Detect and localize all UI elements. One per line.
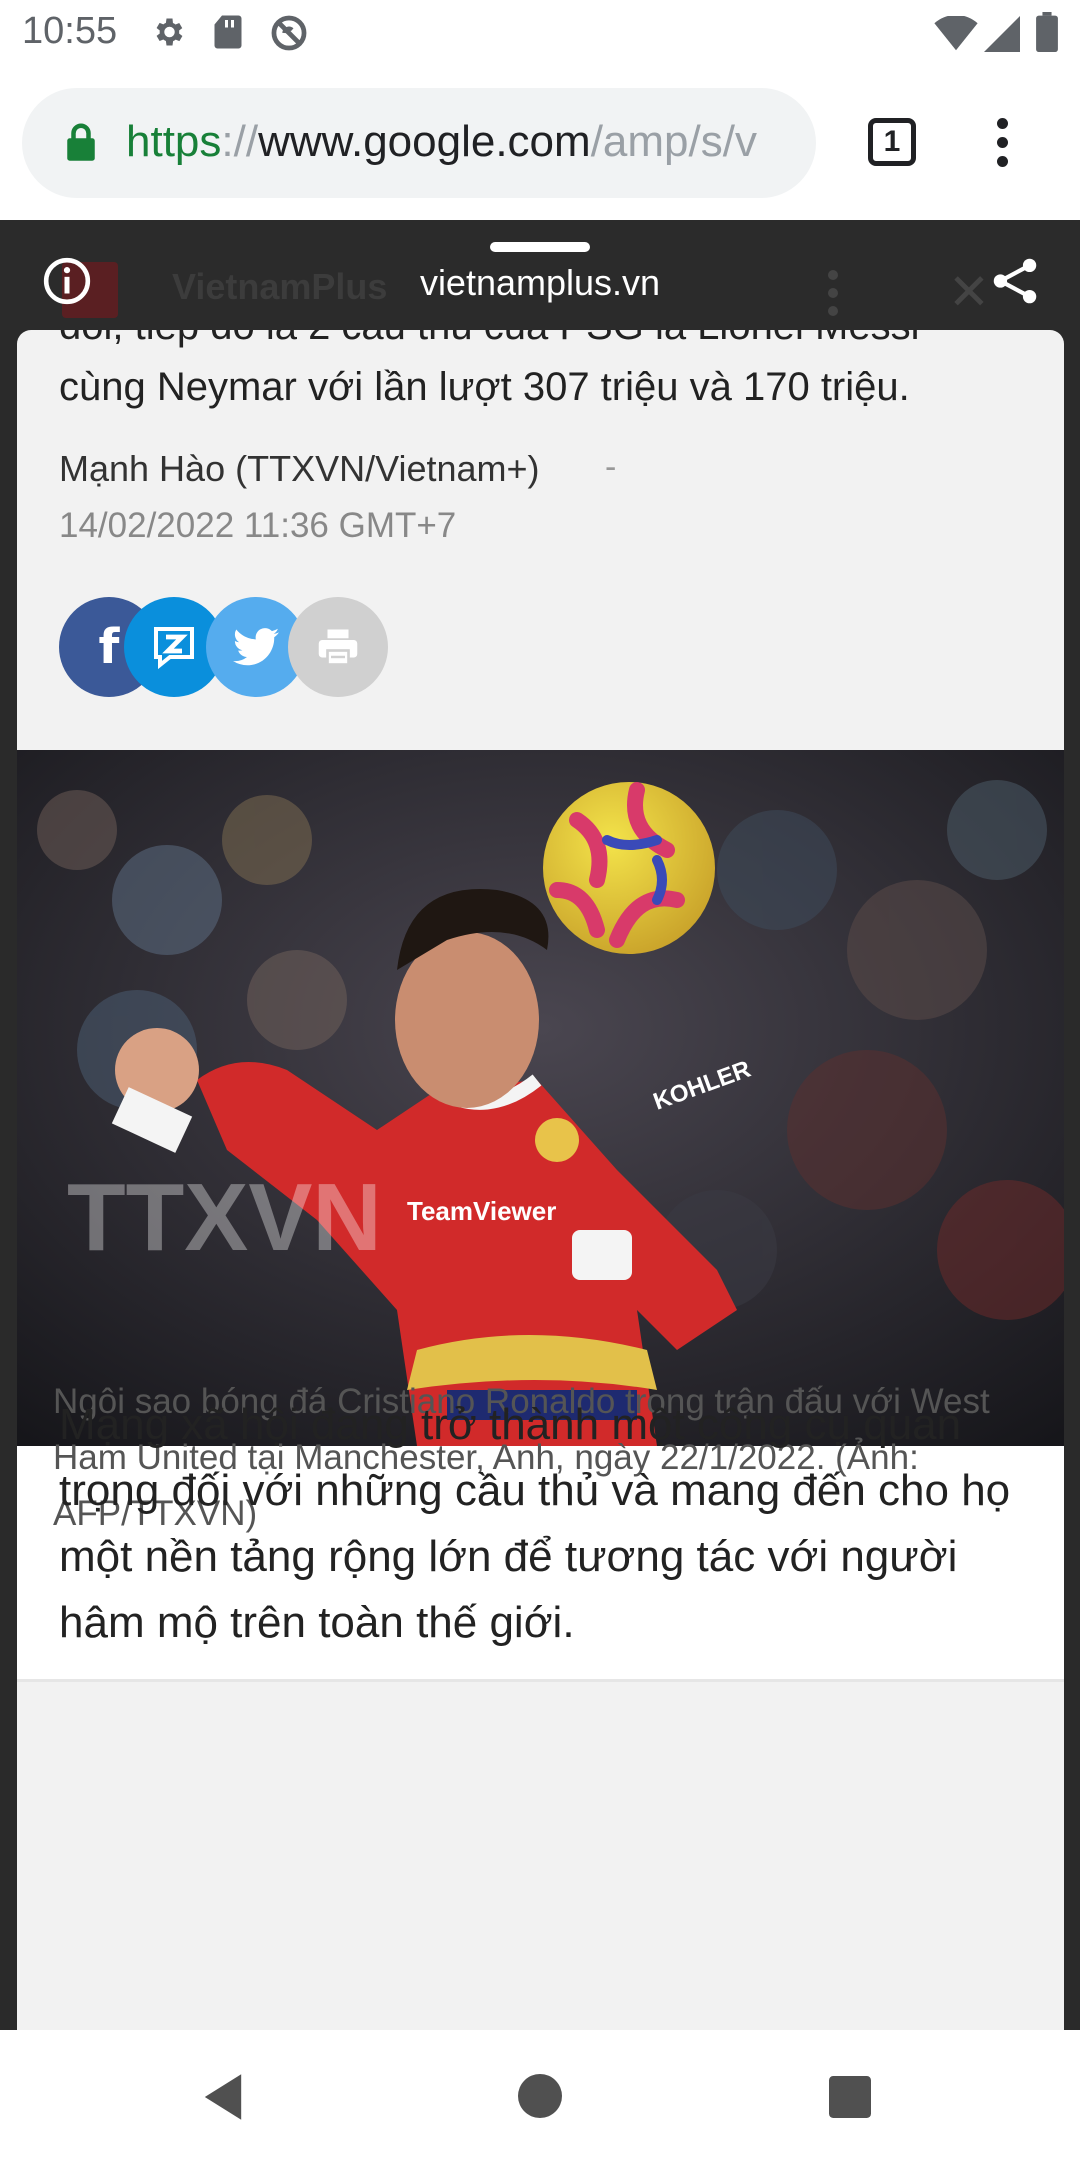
system-nav-bar [0,2030,1080,2160]
article-author[interactable]: Mạnh Hào (TTXVN/Vietnam+) [59,448,540,490]
address-bar[interactable]: https://www.google.com/amp/s/v [22,88,816,198]
twitter-icon [233,628,279,666]
browser-toolbar: https://www.google.com/amp/s/v 1 [0,66,1080,220]
article-photo[interactable]: TeamViewer KOHLER TTXVN [17,750,1064,1446]
url-separator: :// [221,117,259,166]
lock-icon[interactable] [66,122,96,162]
back-icon[interactable] [200,2072,246,2122]
url-host: www.google.com [258,117,591,166]
clock: 10:55 [22,10,118,52]
tab-switcher-button[interactable]: 1 [868,118,916,166]
settings-icon [156,18,183,46]
url-scheme: https [126,117,222,166]
url-text[interactable]: https://www.google.com/amp/s/v [126,116,757,168]
home-icon[interactable] [518,2074,562,2118]
signal-icon [984,16,1020,52]
facebook-icon: f [98,619,120,675]
print-button[interactable] [288,597,388,697]
article-date: 14/02/2022 11:36 GMT+7 [59,506,457,545]
author-separator: - [605,448,617,486]
article-cut-off-line: đối, tiếp đó là 2 cầu thủ của PSG là Lio… [59,330,920,349]
article-sheet: đối, tiếp đó là 2 cầu thủ của PSG là Lio… [17,330,1064,2030]
recents-icon[interactable] [828,2076,872,2118]
battery-icon [1036,12,1058,52]
status-bar: 10:55 [0,0,1080,66]
shirt-sponsor-text: TeamViewer [407,1196,556,1226]
photo-watermark: TTXVN [67,1164,382,1271]
browser-menu-button[interactable] [992,118,1012,174]
share-icon[interactable] [990,256,1040,306]
article-lead-tail: cùng Neymar với lần lượt 307 triệu và 17… [59,365,910,409]
ronaldo-photo-image: TeamViewer KOHLER TTXVN [17,750,1064,1446]
wifi-icon [934,16,978,51]
article-paragraph: Mạng xã hội đang trở thành một công cụ q… [59,1400,1011,1647]
sync-disabled-icon [271,15,307,51]
drag-handle[interactable] [490,242,590,252]
printer-icon [318,629,358,666]
amp-domain-label: vietnamplus.vn [419,262,661,303]
sd-card-icon [214,15,242,49]
zalo-icon [154,627,194,670]
url-path: /amp/s/v [590,117,757,166]
